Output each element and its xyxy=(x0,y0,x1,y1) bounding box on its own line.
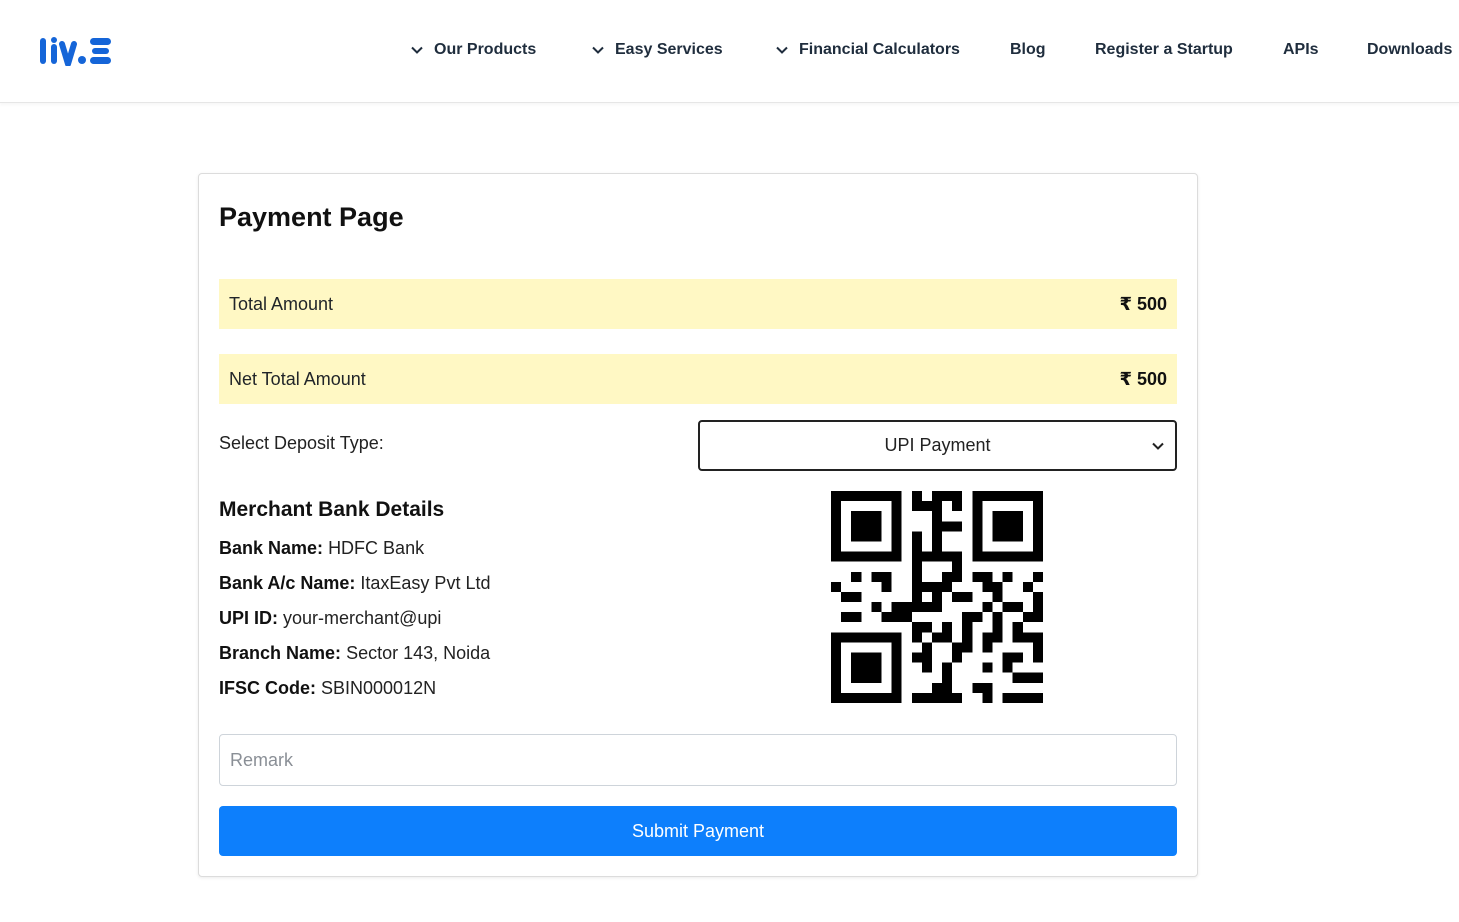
deposit-type-label: Select Deposit Type: xyxy=(219,433,384,453)
bank-name-detail: Bank Name: HDFC Bank xyxy=(219,538,424,559)
detail-value: Sector 143, Noida xyxy=(346,643,491,663)
bank-details-heading: Merchant Bank Details xyxy=(219,498,445,521)
nav-label: APIs xyxy=(1283,41,1319,58)
detail-value: SBIN000012N xyxy=(321,678,437,698)
nav-our-products[interactable]: Our Products xyxy=(410,38,536,62)
chevron-down-icon xyxy=(776,46,788,54)
nav-label: Our Products xyxy=(434,41,537,58)
ifsc-code-detail: IFSC Code: SBIN000012N xyxy=(219,678,436,699)
nav-label: Blog xyxy=(1010,41,1046,58)
nav-label: Downloads xyxy=(1367,41,1453,58)
payment-card: Payment Page Total Amount ₹ 500 Net Tota… xyxy=(198,173,1198,877)
chevron-down-icon xyxy=(1152,442,1164,450)
net-total-amount-label: Net Total Amount xyxy=(229,368,366,389)
brand-logo[interactable] xyxy=(40,36,112,66)
nav-label: Register a Startup xyxy=(1095,41,1233,58)
detail-key: Bank A/c Name: xyxy=(219,573,356,593)
detail-value: ItaxEasy Pvt Ltd xyxy=(360,573,491,593)
nav-easy-services[interactable]: Easy Services xyxy=(591,38,723,62)
bank-account-name-detail: Bank A/c Name: ItaxEasy Pvt Ltd xyxy=(219,573,490,594)
page-title: Payment Page xyxy=(219,202,404,232)
nav-apis[interactable]: APIs xyxy=(1283,38,1319,62)
chevron-down-icon xyxy=(411,46,423,54)
nav-downloads[interactable]: Downloads xyxy=(1367,38,1452,62)
top-navbar: Our Products Easy Services Financial Cal… xyxy=(0,0,1459,103)
detail-value: your-merchant@upi xyxy=(283,608,442,628)
chevron-down-icon xyxy=(592,46,604,54)
detail-value: HDFC Bank xyxy=(328,538,425,558)
upi-id-detail: UPI ID: your-merchant@upi xyxy=(219,608,441,629)
total-amount-value: ₹ 500 xyxy=(1119,293,1167,314)
branch-name-detail: Branch Name: Sector 143, Noida xyxy=(219,643,490,664)
nav-blog[interactable]: Blog xyxy=(1010,38,1046,62)
nav-financial-calculators[interactable]: Financial Calculators xyxy=(775,38,960,62)
detail-key: IFSC Code: xyxy=(219,678,316,698)
total-amount-label: Total Amount xyxy=(229,293,334,314)
nav-label: Financial Calculators xyxy=(799,41,960,58)
deposit-type-selected: UPI Payment xyxy=(884,435,991,455)
nav-register-startup[interactable]: Register a Startup xyxy=(1095,38,1233,62)
deposit-type-select[interactable]: UPI Payment xyxy=(698,420,1177,471)
nav-label: Easy Services xyxy=(615,41,723,58)
net-total-amount-row: Net Total Amount ₹ 500 xyxy=(219,354,1177,404)
detail-key: UPI ID: xyxy=(219,608,279,628)
total-amount-row: Total Amount ₹ 500 xyxy=(219,279,1177,329)
detail-key: Branch Name: xyxy=(219,643,342,663)
detail-key: Bank Name: xyxy=(219,538,324,558)
remark-input[interactable] xyxy=(219,734,1177,786)
qr-code-image xyxy=(831,491,1043,703)
net-total-amount-value: ₹ 500 xyxy=(1119,368,1167,389)
submit-payment-button[interactable]: Submit Payment xyxy=(219,806,1177,856)
